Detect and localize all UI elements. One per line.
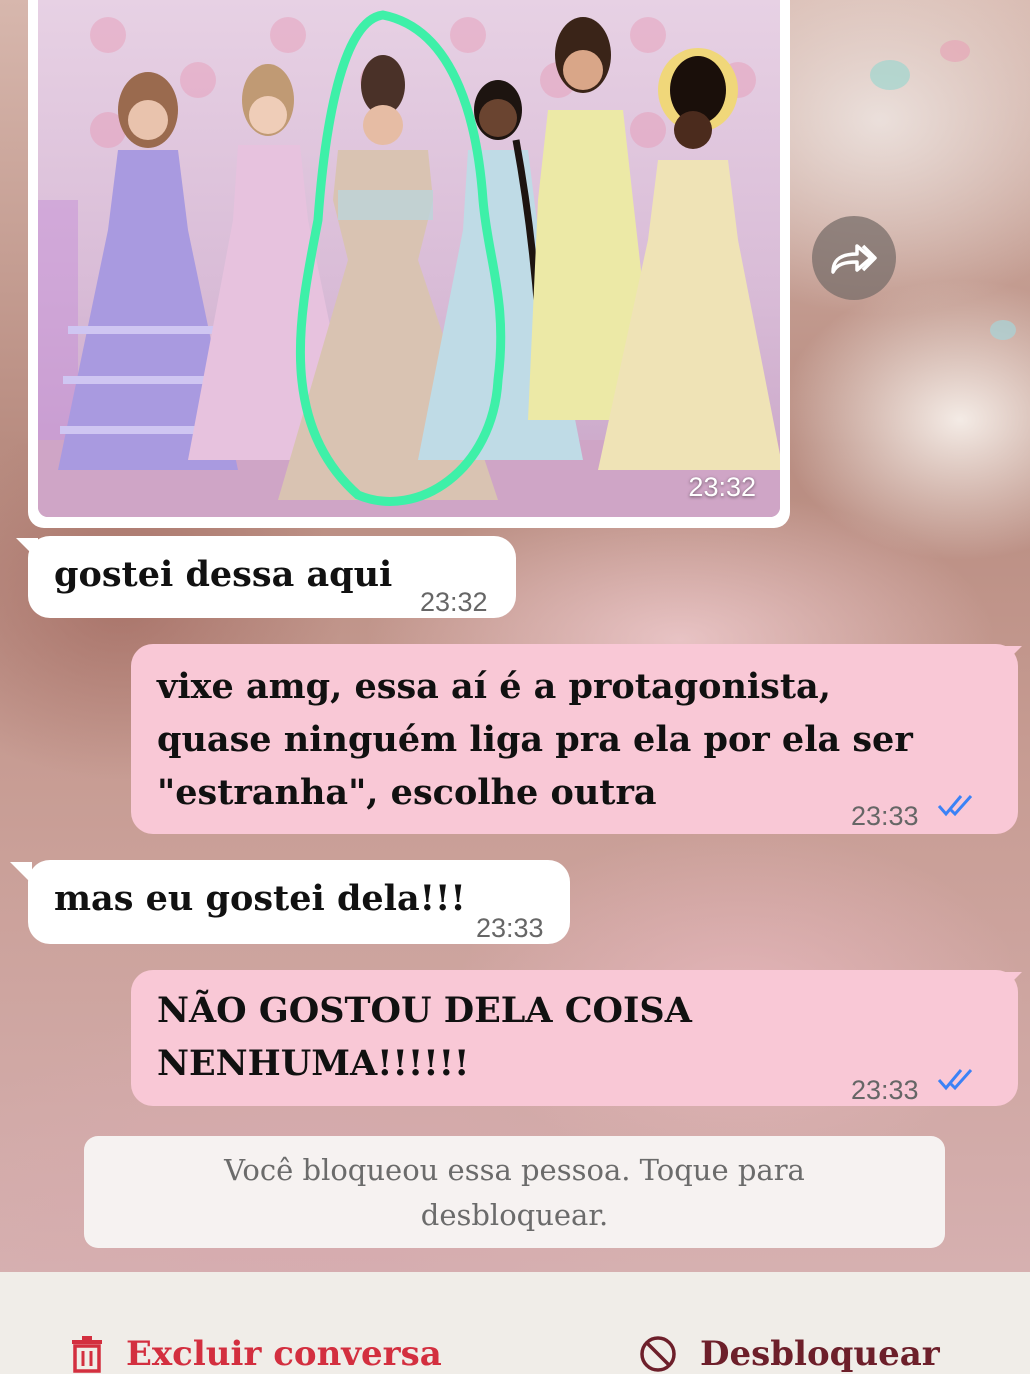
outgoing-message[interactable]: vixe amg, essa aí é a protagonista, quas… <box>131 644 1018 834</box>
message-timestamp: 23:32 <box>420 587 488 617</box>
message-text-line: NÃO GOSTOU DELA COISA <box>157 990 692 1031</box>
unblock-label: Desbloquear <box>700 1334 940 1374</box>
wallpaper-decoration <box>940 40 970 62</box>
blocked-notice-line: desbloquear. <box>420 1198 609 1232</box>
message-text: mas eu gostei dela!!! <box>54 878 466 919</box>
message-text-line: quase ninguém liga pra ela por ela ser <box>157 719 913 760</box>
wallpaper-decoration <box>870 60 910 90</box>
bubble-tail <box>1000 646 1022 668</box>
bubble-tail <box>1000 972 1022 994</box>
delete-conversation-label: Excluir conversa <box>126 1334 442 1374</box>
incoming-message[interactable]: gostei dessa aqui 23:32 <box>28 536 516 618</box>
message-text-line: vixe amg, essa aí é a protagonista, <box>157 666 831 707</box>
image-timestamp: 23:32 <box>688 472 756 502</box>
message-timestamp: 23:33 <box>476 913 544 943</box>
forward-icon <box>831 244 877 274</box>
blocked-notice[interactable]: Você bloqueou essa pessoa. Toque para de… <box>84 1136 945 1248</box>
unblock-button[interactable]: Desbloquear <box>638 1334 940 1374</box>
image-message-photo[interactable]: 23:32 <box>38 0 780 517</box>
block-icon <box>640 1336 676 1372</box>
incoming-message[interactable]: mas eu gostei dela!!! 23:33 <box>28 860 570 944</box>
photo-illustration <box>38 10 780 517</box>
wallpaper-decoration <box>990 320 1016 340</box>
read-receipt-icon <box>937 795 973 817</box>
message-timestamp: 23:33 <box>851 1075 919 1105</box>
blocked-notice-line: Você bloqueou essa pessoa. Toque para <box>224 1153 805 1187</box>
outgoing-message[interactable]: NÃO GOSTOU DELA COISA NENHUMA!!!!!! 23:3… <box>131 970 1018 1106</box>
forward-button[interactable] <box>812 216 896 300</box>
read-receipt-icon <box>937 1069 973 1091</box>
message-text: gostei dessa aqui <box>54 554 393 595</box>
delete-conversation-button[interactable]: Excluir conversa <box>70 1334 442 1374</box>
trash-icon <box>72 1336 102 1373</box>
message-timestamp: 23:33 <box>851 801 919 831</box>
